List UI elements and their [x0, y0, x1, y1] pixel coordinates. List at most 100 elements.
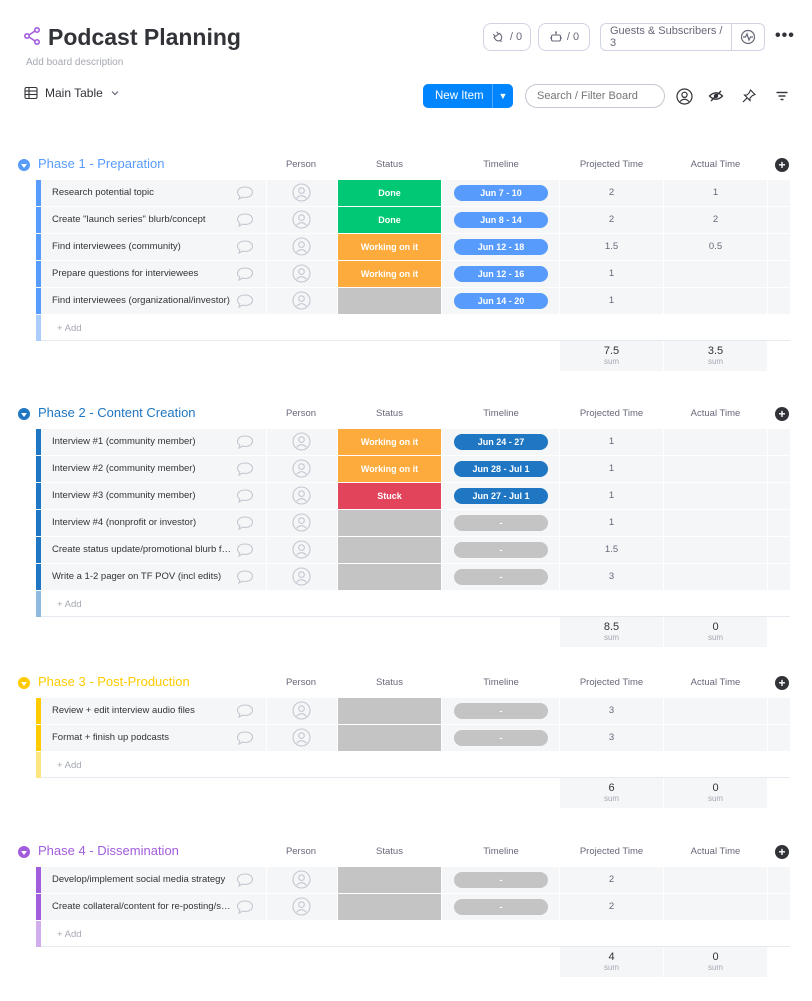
- item-name[interactable]: Format + finish up podcasts: [52, 732, 232, 743]
- timeline-pill[interactable]: Jun 7 - 10: [454, 185, 548, 201]
- column-header-actual-time[interactable]: Actual Time: [664, 159, 767, 170]
- status-label[interactable]: [338, 698, 441, 724]
- person-avatar-icon[interactable]: [292, 513, 311, 532]
- status-label[interactable]: Done: [338, 180, 441, 206]
- column-header-projected-time[interactable]: Projected Time: [560, 677, 663, 688]
- column-header-person[interactable]: Person: [265, 677, 337, 688]
- comment-icon[interactable]: [236, 185, 254, 201]
- board-description[interactable]: Add board description: [26, 57, 123, 68]
- table-row[interactable]: Create "launch series" blurb/concept Done…: [0, 207, 812, 234]
- status-label[interactable]: [338, 288, 441, 314]
- status-label[interactable]: Working on it: [338, 261, 441, 287]
- add-column-button[interactable]: +: [775, 845, 789, 859]
- sort-filter-icon[interactable]: [773, 87, 791, 105]
- add-column-button[interactable]: +: [775, 676, 789, 690]
- actual-time-cell[interactable]: [664, 456, 767, 482]
- table-row[interactable]: Find interviewees (community) Working on …: [0, 234, 812, 261]
- table-row[interactable]: Develop/implement social media strategy -…: [0, 867, 812, 894]
- comment-icon[interactable]: [236, 488, 254, 504]
- timeline-pill[interactable]: Jun 12 - 18: [454, 239, 548, 255]
- actual-time-cell[interactable]: [664, 261, 767, 287]
- actual-time-cell[interactable]: [664, 894, 767, 920]
- item-name[interactable]: Prepare questions for interviewees: [52, 268, 232, 279]
- column-header-status[interactable]: Status: [338, 677, 441, 688]
- timeline-pill[interactable]: -: [454, 872, 548, 888]
- status-label[interactable]: [338, 537, 441, 563]
- comment-icon[interactable]: [236, 569, 254, 585]
- column-header-status[interactable]: Status: [338, 846, 441, 857]
- add-item-input[interactable]: + Add: [57, 760, 82, 771]
- column-header-status[interactable]: Status: [338, 159, 441, 170]
- column-header-projected-time[interactable]: Projected Time: [560, 846, 663, 857]
- table-row[interactable]: Write a 1-2 pager on TF POV (incl edits)…: [0, 564, 812, 591]
- timeline-pill[interactable]: Jun 8 - 14: [454, 212, 548, 228]
- collapse-group-toggle-icon[interactable]: [18, 677, 30, 689]
- hide-columns-icon[interactable]: [707, 87, 725, 105]
- item-name[interactable]: Develop/implement social media strategy: [52, 874, 232, 885]
- item-name[interactable]: Research potential topic: [52, 187, 232, 198]
- column-header-actual-time[interactable]: Actual Time: [664, 408, 767, 419]
- actual-time-cell[interactable]: [664, 698, 767, 724]
- person-avatar-icon[interactable]: [292, 870, 311, 889]
- group-title[interactable]: Phase 3 - Post-Production: [38, 674, 190, 689]
- column-header-timeline[interactable]: Timeline: [450, 159, 552, 170]
- table-row[interactable]: Research potential topic Done Jun 7 - 10 2 1: [0, 180, 812, 207]
- add-item-input[interactable]: + Add: [57, 323, 82, 334]
- add-column-button[interactable]: +: [775, 407, 789, 421]
- comment-icon[interactable]: [236, 730, 254, 746]
- person-avatar-icon[interactable]: [292, 728, 311, 747]
- comment-icon[interactable]: [236, 899, 254, 915]
- add-item-row[interactable]: + Add: [0, 315, 812, 341]
- person-avatar-icon[interactable]: [292, 459, 311, 478]
- column-header-timeline[interactable]: Timeline: [450, 408, 552, 419]
- activity-icon[interactable]: [732, 29, 764, 45]
- column-header-person[interactable]: Person: [265, 846, 337, 857]
- person-filter-icon[interactable]: [675, 87, 693, 105]
- status-label[interactable]: Working on it: [338, 234, 441, 260]
- actual-time-cell[interactable]: [664, 537, 767, 563]
- person-avatar-icon[interactable]: [292, 291, 311, 310]
- person-avatar-icon[interactable]: [292, 486, 311, 505]
- timeline-pill[interactable]: -: [454, 515, 548, 531]
- table-row[interactable]: Format + finish up podcasts - 3: [0, 725, 812, 752]
- group-title[interactable]: Phase 4 - Dissemination: [38, 843, 179, 858]
- comment-icon[interactable]: [236, 872, 254, 888]
- person-avatar-icon[interactable]: [292, 264, 311, 283]
- person-avatar-icon[interactable]: [292, 237, 311, 256]
- column-header-timeline[interactable]: Timeline: [450, 677, 552, 688]
- integrations-button[interactable]: / 0: [483, 23, 531, 51]
- column-header-actual-time[interactable]: Actual Time: [664, 846, 767, 857]
- actual-time-cell[interactable]: [664, 564, 767, 590]
- timeline-pill[interactable]: -: [454, 899, 548, 915]
- actual-time-cell[interactable]: [664, 429, 767, 455]
- table-row[interactable]: Review + edit interview audio files - 3: [0, 698, 812, 725]
- item-name[interactable]: Interview #1 (community member): [52, 436, 232, 447]
- table-row[interactable]: Interview #1 (community member) Working o…: [0, 429, 812, 456]
- timeline-pill[interactable]: Jun 14 - 20: [454, 293, 548, 309]
- item-name[interactable]: Create collateral/content for re-posting…: [52, 901, 232, 912]
- add-item-row[interactable]: + Add: [0, 921, 812, 947]
- column-header-projected-time[interactable]: Projected Time: [560, 159, 663, 170]
- actual-time-cell[interactable]: [664, 867, 767, 893]
- person-avatar-icon[interactable]: [292, 540, 311, 559]
- timeline-pill[interactable]: Jun 28 - Jul 1: [454, 461, 548, 477]
- comment-icon[interactable]: [236, 266, 254, 282]
- timeline-pill[interactable]: -: [454, 703, 548, 719]
- board-title[interactable]: Podcast Planning: [48, 24, 241, 51]
- chevron-down-icon[interactable]: ▼: [493, 91, 513, 101]
- comment-icon[interactable]: [236, 515, 254, 531]
- comment-icon[interactable]: [236, 293, 254, 309]
- status-label[interactable]: [338, 894, 441, 920]
- actual-time-cell[interactable]: [664, 483, 767, 509]
- timeline-pill[interactable]: Jun 24 - 27: [454, 434, 548, 450]
- item-name[interactable]: Interview #3 (community member): [52, 490, 232, 501]
- item-name[interactable]: Interview #4 (nonprofit or investor): [52, 517, 232, 528]
- person-avatar-icon[interactable]: [292, 432, 311, 451]
- timeline-pill[interactable]: -: [454, 542, 548, 558]
- status-label[interactable]: Done: [338, 207, 441, 233]
- group-title[interactable]: Phase 1 - Preparation: [38, 156, 164, 171]
- column-header-actual-time[interactable]: Actual Time: [664, 677, 767, 688]
- person-avatar-icon[interactable]: [292, 210, 311, 229]
- table-row[interactable]: Interview #4 (nonprofit or investor) - 1: [0, 510, 812, 537]
- actual-time-cell[interactable]: [664, 510, 767, 536]
